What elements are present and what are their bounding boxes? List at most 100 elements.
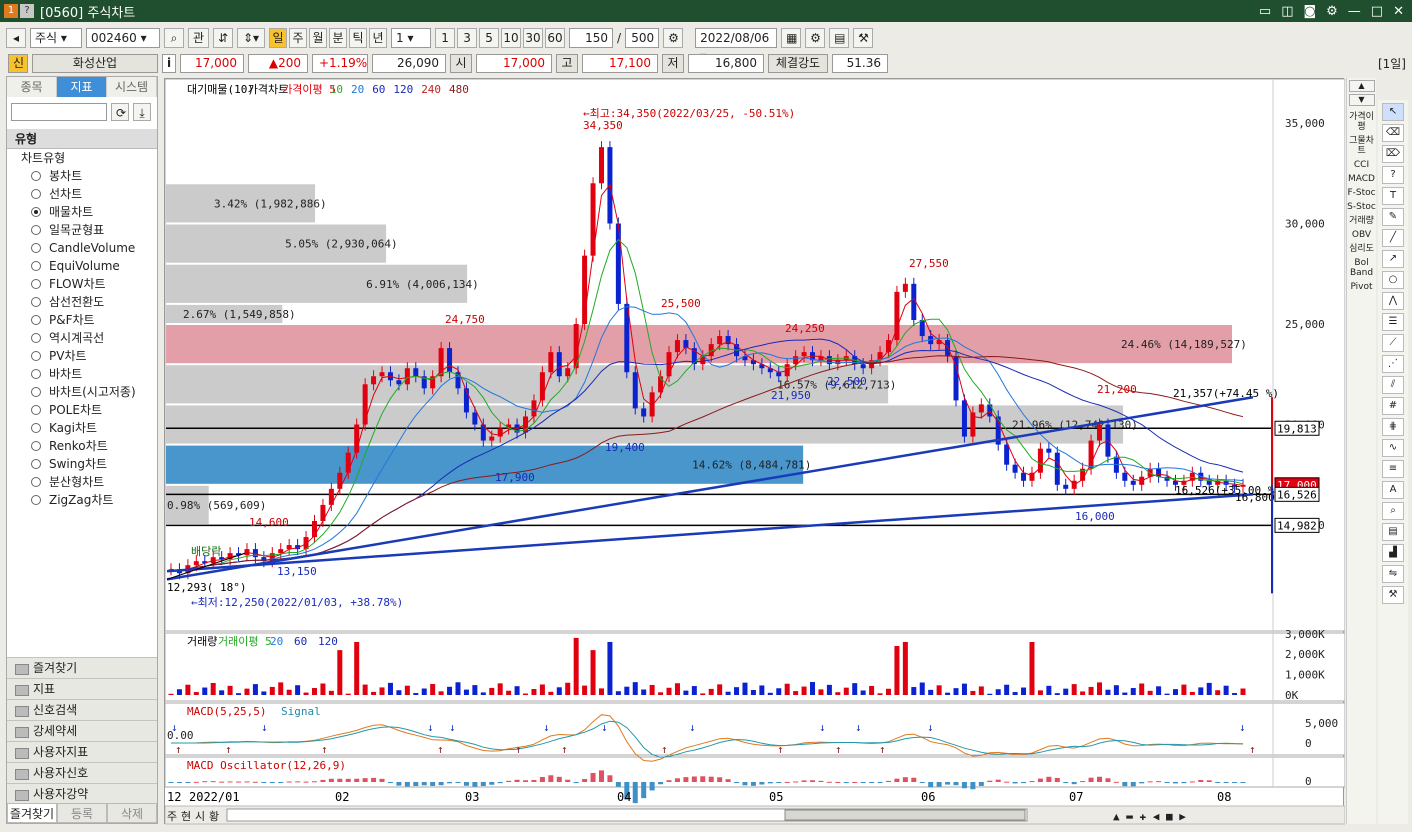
chart-type-item[interactable]: FLOW차트 [7,275,157,293]
period-tab-1[interactable]: 주 [289,28,308,48]
text-tool-icon[interactable]: T [1382,187,1404,205]
radio-icon[interactable] [31,495,41,505]
download-icon[interactable]: ⤓ [133,103,151,121]
group-folder-4[interactable]: 사용자지표 [7,741,157,762]
radio-icon[interactable] [31,351,41,361]
left-tab-2[interactable]: 시스템 [107,77,157,97]
settings-icon[interactable]: ⚙ [1326,4,1338,19]
chart-type-item[interactable]: 봉차트 [7,167,157,185]
link-button-icon[interactable]: ⇵ [213,28,234,48]
line-icon[interactable]: ╱ [1382,229,1404,247]
info-icon[interactable]: i [162,53,176,73]
minimize-icon[interactable]: — [1348,4,1361,19]
fan-icon[interactable]: ⋰ [1382,355,1404,373]
period-tab-2[interactable]: 월 [309,28,328,48]
period-tab-4[interactable]: 틱 [349,28,368,48]
radio-icon[interactable] [31,297,41,307]
ray-icon[interactable]: ↗ [1382,250,1404,268]
radio-icon[interactable] [31,423,41,433]
chart-type-item[interactable]: Kagi차트 [7,419,157,437]
capture-icon[interactable]: ◙ [1304,4,1317,19]
bottom-tab-2[interactable]: 삭제 [107,803,157,823]
group-folder-6[interactable]: 사용자강약 [7,783,157,804]
prev-stock-icon[interactable]: ◂ [6,28,26,48]
indicator-shortcut-8[interactable]: 심리도 [1347,244,1376,254]
indicator-shortcut-1[interactable]: 그물차트 [1347,136,1376,156]
refresh-icon[interactable]: ⟳ [111,103,129,121]
radio-icon[interactable] [31,333,41,343]
gann-icon[interactable]: ⟋ [1382,334,1404,352]
chart-type-item[interactable]: Swing차트 [7,455,157,473]
unit-button-10[interactable]: 10 [501,28,522,48]
indicator-shortcut-4[interactable]: F-Stoc [1347,188,1376,198]
unit-button-60[interactable]: 60 [545,28,566,48]
group-folder-0[interactable]: 즐겨찾기 [7,657,157,678]
doc-icon[interactable]: ▤ [1382,523,1404,541]
chart-type-item[interactable]: PV차트 [7,347,157,365]
pen-icon[interactable]: ✎ [1382,208,1404,226]
radio-icon[interactable] [31,405,41,415]
help-tool-icon[interactable]: ? [1382,166,1404,184]
radio-icon[interactable] [31,225,41,235]
group-folder-5[interactable]: 사용자신호 [7,762,157,783]
help-icon[interactable]: ? [20,4,34,18]
chart-type-item[interactable]: 삼선전환도 [7,293,157,311]
unit-button-5[interactable]: 5 [479,28,500,48]
chart-canvas[interactable]: 3.42% (1,982,886) 5.05% (2,930,064) 6.91% … [164,78,1346,825]
maximize-icon[interactable]: □ [1371,4,1383,19]
save-icon[interactable]: ▤ [829,28,850,48]
chart-type-item[interactable]: 역시계곡선 [7,329,157,347]
left-tab-1[interactable]: 지표 [57,77,107,97]
radio-icon[interactable] [31,279,41,289]
bottom-tab-0[interactable]: 즐겨찾기 [7,803,57,823]
indicator-shortcut-2[interactable]: CCI [1347,160,1376,170]
compare-icon[interactable]: ⇋ [1382,565,1404,583]
search-icon[interactable]: ⌕ [164,28,184,48]
cursor-icon[interactable]: ↖ [1382,103,1404,121]
unit-select[interactable]: 1 ▾ [391,28,432,48]
radio-icon[interactable] [31,171,41,181]
grid-tool-icon[interactable]: # [1382,397,1404,415]
group-folder-2[interactable]: 신호검색 [7,699,157,720]
group-folder-3[interactable]: 강세약세 [7,720,157,741]
tree-root[interactable]: 차트유형 [7,149,157,167]
pin-icon[interactable]: ▭ [1259,4,1271,19]
unit-button-3[interactable]: 3 [457,28,478,48]
left-tab-0[interactable]: 종목 [7,77,57,97]
indicator-shortcut-10[interactable]: Pivot [1347,282,1376,292]
config-icon[interactable]: ⚙ [805,28,826,48]
stepper-icon[interactable]: ⇕▾ [237,28,266,48]
chart-type-item[interactable]: EquiVolume [7,257,157,275]
close-icon[interactable]: ✕ [1393,4,1404,19]
channel-icon[interactable]: ⫽ [1382,376,1404,394]
period-tab-5[interactable]: 년 [369,28,388,48]
zigzag-icon[interactable]: ⋀ [1382,292,1404,310]
radio-icon[interactable] [31,261,41,271]
link-icon[interactable]: ◫ [1281,4,1293,19]
indicator-shortcut-7[interactable]: OBV [1347,230,1376,240]
radio-icon[interactable] [31,441,41,451]
stock-code-input[interactable]: 002460 ▾ [86,28,160,48]
radio-icon[interactable] [31,243,41,253]
chart-type-item[interactable]: 바차트(시고저종) [7,383,157,401]
chart-area[interactable]: 3.42% (1,982,886) 5.05% (2,930,064) 6.91% … [164,78,1346,825]
group-folder-1[interactable]: 지표 [7,678,157,699]
chart-type-item[interactable]: ZigZag차트 [7,491,157,509]
circle-icon[interactable]: ○ [1382,271,1404,289]
chart-type-item[interactable]: POLE차트 [7,401,157,419]
chart-icon[interactable]: ▦ [781,28,802,48]
period-tab-0[interactable]: 일 [269,28,288,48]
chart-type-item[interactable]: P&F차트 [7,311,157,329]
cross-grid-icon[interactable]: ⋕ [1382,418,1404,436]
period-tab-3[interactable]: 분 [329,28,348,48]
eraser-icon[interactable]: ⌫ [1382,124,1404,142]
indicator-shortcut-9[interactable]: Bol Band [1347,258,1376,278]
radio-icon[interactable] [31,207,41,217]
chart-type-item[interactable]: 매물차트 [7,203,157,221]
fibo-icon[interactable]: ☰ [1382,313,1404,331]
indicator-shortcut-5[interactable]: S-Stoc [1347,202,1376,212]
radio-icon[interactable] [31,315,41,325]
chart-type-item[interactable]: CandleVolume [7,239,157,257]
unit-button-30[interactable]: 30 [523,28,544,48]
bottom-tab-1[interactable]: 등록 [57,803,107,823]
